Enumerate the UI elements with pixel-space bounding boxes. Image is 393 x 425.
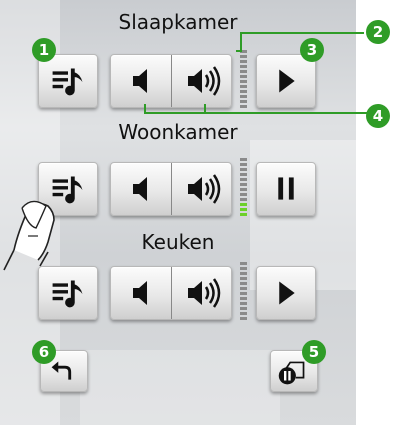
volume-down-icon [133,177,147,201]
volume-control-woonkamer [110,162,232,216]
volume-up-icon [188,66,221,96]
volume-down-button-keuken[interactable] [111,267,171,319]
meter-segment [240,80,247,83]
meter-segment [240,65,247,68]
volume-meter-slaapkamer [240,50,247,110]
volume-up-icon [188,174,221,204]
room-label-slaapkamer: Slaapkamer [118,10,238,34]
callout-line-2 [240,32,364,34]
meter-segment [240,277,247,280]
volume-up-icon [188,278,221,308]
meter-segment [240,188,247,191]
meter-segment [240,70,247,73]
meter-segment [240,183,247,186]
volume-meter-keuken [240,262,247,322]
play-icon [279,281,295,305]
meter-segment [240,178,247,181]
callout-line-2 [240,32,242,52]
meter-segment [240,85,247,88]
meter-segment [240,158,247,161]
volume-up-button-woonkamer[interactable] [172,163,232,215]
callout-line-4 [144,104,146,114]
meter-segment [240,302,247,305]
badge-4: 4 [366,104,390,128]
meter-segment [240,168,247,171]
pause-button-woonkamer[interactable] [256,162,316,216]
volume-control-slaapkamer [110,54,232,108]
play-button-slaapkamer[interactable] [256,54,316,108]
meter-segment [240,317,247,320]
playlist-button-slaapkamer[interactable] [38,54,98,108]
volume-down-button-woonkamer[interactable] [111,163,171,215]
background-decoration [80,350,280,425]
meter-segment [240,312,247,315]
playlist-music-icon [52,68,83,96]
badge-1: 1 [32,38,56,62]
meter-segment [240,105,247,108]
meter-segment [240,100,247,103]
meter-segment [240,272,247,275]
meter-segment [240,292,247,295]
meter-segment [240,55,247,58]
meter-segment [240,203,247,206]
badge-5: 5 [302,340,326,364]
meter-segment [240,198,247,201]
meter-segment [240,163,247,166]
meter-segment [240,297,247,300]
volume-down-icon [133,69,147,93]
play-button-keuken[interactable] [256,266,316,320]
volume-meter-woonkamer [240,158,247,218]
finger-tap-icon [3,200,55,271]
play-icon [279,69,295,93]
meter-segment [240,287,247,290]
meter-segment [240,213,247,216]
badge-3: 3 [300,38,324,62]
callout-line-4 [204,104,206,114]
volume-down-icon [133,281,147,305]
meter-segment [240,173,247,176]
meter-segment [240,262,247,265]
meter-segment [240,75,247,78]
volume-down-button-slaapkamer[interactable] [111,55,171,107]
meter-segment [240,60,247,63]
volume-up-button-keuken[interactable] [172,267,232,319]
badge-2: 2 [366,20,390,44]
badge-6: 6 [32,340,56,364]
pause-icon [278,177,294,200]
room-label-woonkamer: Woonkamer [118,120,238,144]
meter-segment [240,95,247,98]
volume-up-button-slaapkamer[interactable] [172,55,232,107]
audio-control-panel: Slaapkamer Woonkamer Keuken [0,0,356,425]
meter-segment [240,193,247,196]
meter-segment [240,282,247,285]
meter-segment [240,307,247,310]
meter-segment [240,267,247,270]
callout-line-4 [144,112,368,114]
meter-segment [240,90,247,93]
meter-segment [240,208,247,211]
volume-control-keuken [110,266,232,320]
